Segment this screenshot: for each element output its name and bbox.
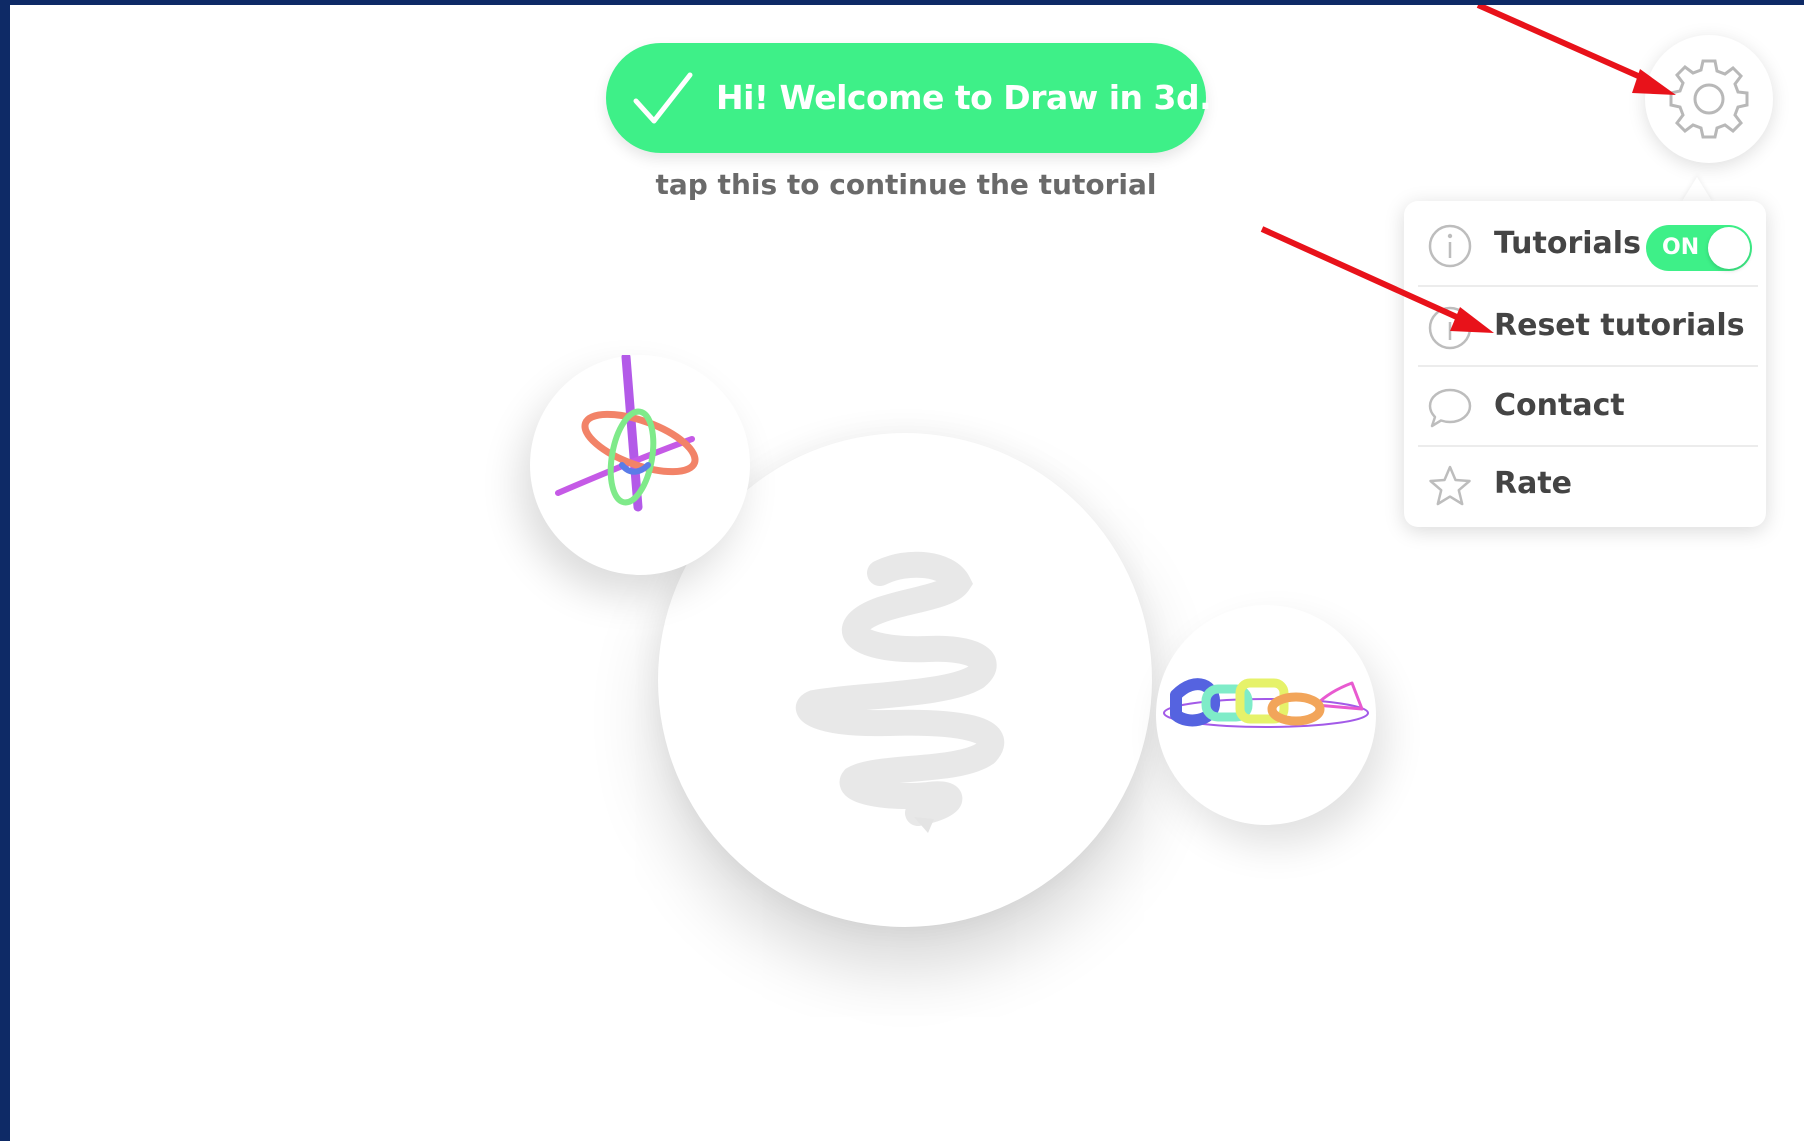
menu-item-contact[interactable]: Contact	[1418, 367, 1758, 445]
menu-item-rate[interactable]: Rate	[1418, 445, 1758, 523]
menu-item-label: Tutorials	[1494, 226, 1641, 261]
info-icon	[1428, 224, 1472, 268]
settings-menu: Tutorials ON Reset tutorials Contact Rat…	[1404, 201, 1766, 527]
tutorial-hint[interactable]: tap this to continue the tutorial	[606, 168, 1206, 201]
menu-item-label: Rate	[1494, 466, 1573, 501]
reset-icon	[1428, 306, 1472, 350]
menu-item-label: Reset tutorials	[1494, 308, 1745, 343]
star-icon	[1429, 465, 1471, 506]
app-screen: Hi! Welcome to Draw in 3d. tap this to c…	[10, 5, 1804, 1141]
checkmark-icon	[633, 72, 693, 124]
welcome-tutorial-button[interactable]: Hi! Welcome to Draw in 3d.	[606, 43, 1212, 153]
menu-item-label: Contact	[1494, 388, 1625, 423]
menu-pointer	[1681, 177, 1713, 203]
welcome-message: Hi! Welcome to Draw in 3d.	[716, 78, 1212, 117]
tutorials-toggle[interactable]: ON	[1646, 225, 1752, 271]
rings-drawing-icon	[555, 355, 699, 512]
chain-drawing-icon	[1163, 678, 1369, 728]
gear-icon	[1669, 59, 1749, 139]
saved-drawing-chain[interactable]	[1156, 605, 1376, 825]
toggle-state: ON	[1662, 235, 1700, 260]
saved-drawing-rings[interactable]	[530, 355, 750, 575]
menu-item-tutorials[interactable]: Tutorials ON	[1418, 205, 1758, 283]
toggle-knob	[1708, 227, 1750, 269]
settings-button[interactable]	[1645, 35, 1773, 163]
speech-bubble-icon	[1428, 388, 1472, 428]
menu-item-reset-tutorials[interactable]: Reset tutorials	[1418, 287, 1758, 365]
